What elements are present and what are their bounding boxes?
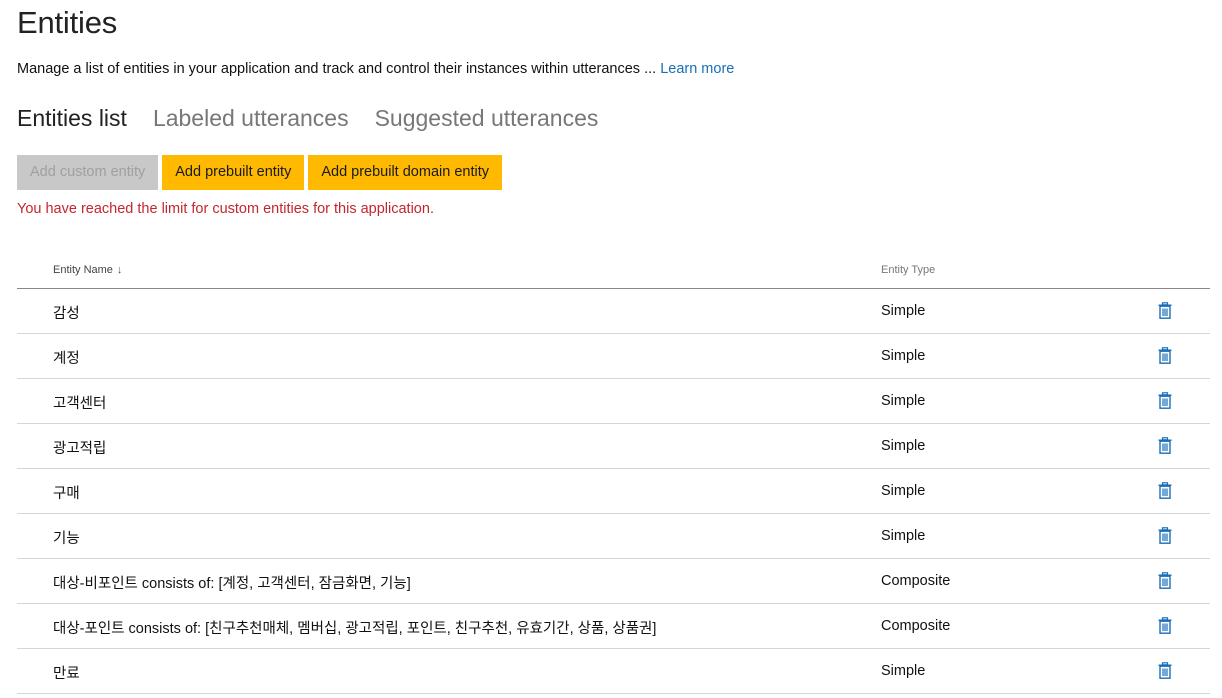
tab-bar: Entities list Labeled utterances Suggest… (17, 105, 624, 132)
learn-more-link[interactable]: Learn more (660, 61, 734, 77)
entity-type-cell: Simple (881, 393, 926, 409)
entity-type-cell: Simple (881, 663, 926, 679)
arrow-down-icon[interactable]: ↓ (117, 264, 123, 276)
tab-labeled-utterances[interactable]: Labeled utterances (153, 105, 349, 132)
trash-icon[interactable] (1158, 662, 1172, 679)
entity-name-cell[interactable]: 광고적립 (53, 437, 106, 458)
table-header: Entity Name ↓ Entity Type (17, 254, 1210, 289)
entities-page: Entities Manage a list of entities in yo… (0, 0, 1222, 698)
entities-table: Entity Name ↓ Entity Type 감성 Simple 계정 Simpl… (17, 254, 1210, 694)
table-row[interactable]: 대상-비포인트 consists of: [계정, 고객센터, 잠금화면, 기능… (17, 559, 1210, 604)
limit-error-message: You have reached the limit for custom en… (17, 201, 434, 217)
entity-name-cell[interactable]: 대상-포인트 consists of: [친구추천매체, 멤버십, 광고적립, … (53, 617, 656, 638)
entity-type-cell: Simple (881, 483, 926, 499)
trash-icon[interactable] (1158, 347, 1172, 364)
column-header-entity-type[interactable]: Entity Type (881, 264, 935, 276)
table-row[interactable]: 고객센터 Simple (17, 379, 1210, 424)
entity-type-cell: Simple (881, 438, 926, 454)
entity-name-cell[interactable]: 기능 (53, 527, 80, 548)
tab-suggested-utterances[interactable]: Suggested utterances (375, 105, 599, 132)
description-text: Manage a list of entities in your applic… (17, 61, 657, 77)
tab-entities-list[interactable]: Entities list (17, 105, 127, 132)
table-row[interactable]: 계정 Simple (17, 334, 1210, 379)
entity-name-cell[interactable]: 대상-비포인트 consists of: [계정, 고객센터, 잠금화면, 기능… (53, 572, 411, 593)
trash-icon[interactable] (1158, 437, 1172, 454)
add-prebuilt-entity-button[interactable]: Add prebuilt entity (162, 155, 305, 190)
trash-icon[interactable] (1158, 572, 1172, 589)
trash-icon[interactable] (1158, 482, 1172, 499)
trash-icon[interactable] (1158, 392, 1172, 409)
table-row[interactable]: 기능 Simple (17, 514, 1210, 559)
trash-icon[interactable] (1158, 527, 1172, 544)
table-body: 감성 Simple 계정 Simple 고객센터 Simple 광고적립 Simple 구매 Si… (17, 289, 1210, 694)
column-header-entity-name[interactable]: Entity Name ↓ (53, 264, 122, 276)
page-title: Entities (17, 5, 118, 40)
add-prebuilt-domain-entity-button[interactable]: Add prebuilt domain entity (308, 155, 502, 190)
table-row[interactable]: 광고적립 Simple (17, 424, 1210, 469)
trash-icon[interactable] (1158, 617, 1172, 634)
entity-name-cell[interactable]: 고객센터 (53, 392, 106, 413)
toolbar: Add custom entity Add prebuilt entity Ad… (17, 155, 506, 190)
entity-name-cell[interactable]: 만료 (53, 662, 80, 683)
entity-name-cell[interactable]: 감성 (53, 302, 80, 323)
entity-type-cell: Simple (881, 528, 926, 544)
entity-type-cell: Simple (881, 303, 926, 319)
table-row[interactable]: 만료 Simple (17, 649, 1210, 694)
entity-name-cell[interactable]: 계정 (53, 347, 80, 368)
table-row[interactable]: 감성 Simple (17, 289, 1210, 334)
table-row[interactable]: 대상-포인트 consists of: [친구추천매체, 멤버십, 광고적립, … (17, 604, 1210, 649)
entity-name-cell[interactable]: 구매 (53, 482, 80, 503)
table-row[interactable]: 구매 Simple (17, 469, 1210, 514)
column-header-name-label: Entity Name (53, 264, 113, 276)
add-custom-entity-button[interactable]: Add custom entity (17, 155, 159, 190)
trash-icon[interactable] (1158, 302, 1172, 319)
entity-type-cell: Composite (881, 618, 951, 634)
entity-type-cell: Composite (881, 573, 951, 589)
entity-type-cell: Simple (881, 348, 926, 364)
page-description: Manage a list of entities in your applic… (17, 61, 734, 77)
